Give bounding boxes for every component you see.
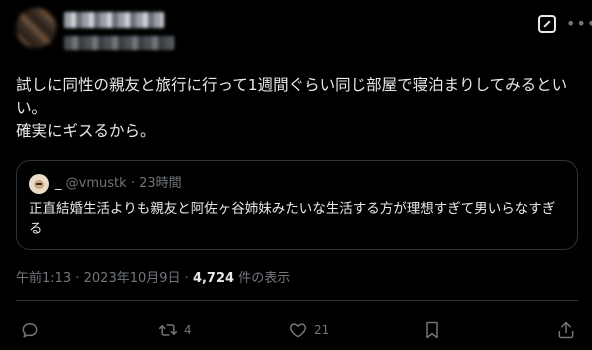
grok-icon[interactable] <box>538 15 556 33</box>
meta-separator: · <box>75 271 80 286</box>
quoted-time[interactable]: 23時間 <box>139 176 182 191</box>
share-icon <box>558 321 574 339</box>
quoted-header: _ @vmustk · 23時間 <box>55 175 182 193</box>
retweet-icon <box>158 324 178 336</box>
reply-button[interactable] <box>20 318 46 342</box>
quoted-tweet[interactable]: _ @vmustk · 23時間 正直結婚生活よりも親友と阿佐ヶ谷姉妹みたいな生… <box>16 160 578 250</box>
quoted-avatar[interactable] <box>29 174 49 194</box>
meta-separator: · <box>184 271 189 286</box>
retweet-count: 4 <box>184 323 192 337</box>
avatar[interactable] <box>16 8 56 48</box>
action-bar: 4 21 <box>16 318 578 342</box>
blurred-handle[interactable] <box>64 36 174 50</box>
more-options-icon[interactable]: ••• <box>566 16 592 32</box>
share-button[interactable] <box>556 318 576 342</box>
quoted-handle: @vmustk <box>65 176 127 191</box>
heart-icon <box>289 323 307 338</box>
retweet-button[interactable]: 4 <box>158 318 192 342</box>
quoted-display-name: _ <box>55 176 62 191</box>
blurred-display-name[interactable] <box>64 12 164 28</box>
bookmark-button[interactable] <box>422 318 442 342</box>
tweet-meta: 午前1:13 · 2023年10月9日 · 4,724 件の表示 <box>16 270 290 288</box>
quoted-text: 正直結婚生活よりも親友と阿佐ヶ谷姉妹みたいな生活する方が理想すぎて男いらなすぎる <box>29 201 556 237</box>
quoted-separator: · <box>130 176 135 191</box>
views-label: 件の表示 <box>238 271 291 286</box>
post-time[interactable]: 午前1:13 <box>16 271 71 286</box>
views-count: 4,724 <box>192 271 235 286</box>
tweet-text: 試しに同性の親友と旅行に行って1週間ぐらい同じ部屋で寝泊まりしてみるといい。 確… <box>16 76 568 140</box>
like-count: 21 <box>314 323 330 337</box>
post-date[interactable]: 2023年10月9日 <box>84 271 181 286</box>
divider <box>16 300 578 301</box>
bookmark-icon <box>426 321 438 339</box>
reply-icon <box>22 323 38 338</box>
like-button[interactable]: 21 <box>288 318 329 342</box>
